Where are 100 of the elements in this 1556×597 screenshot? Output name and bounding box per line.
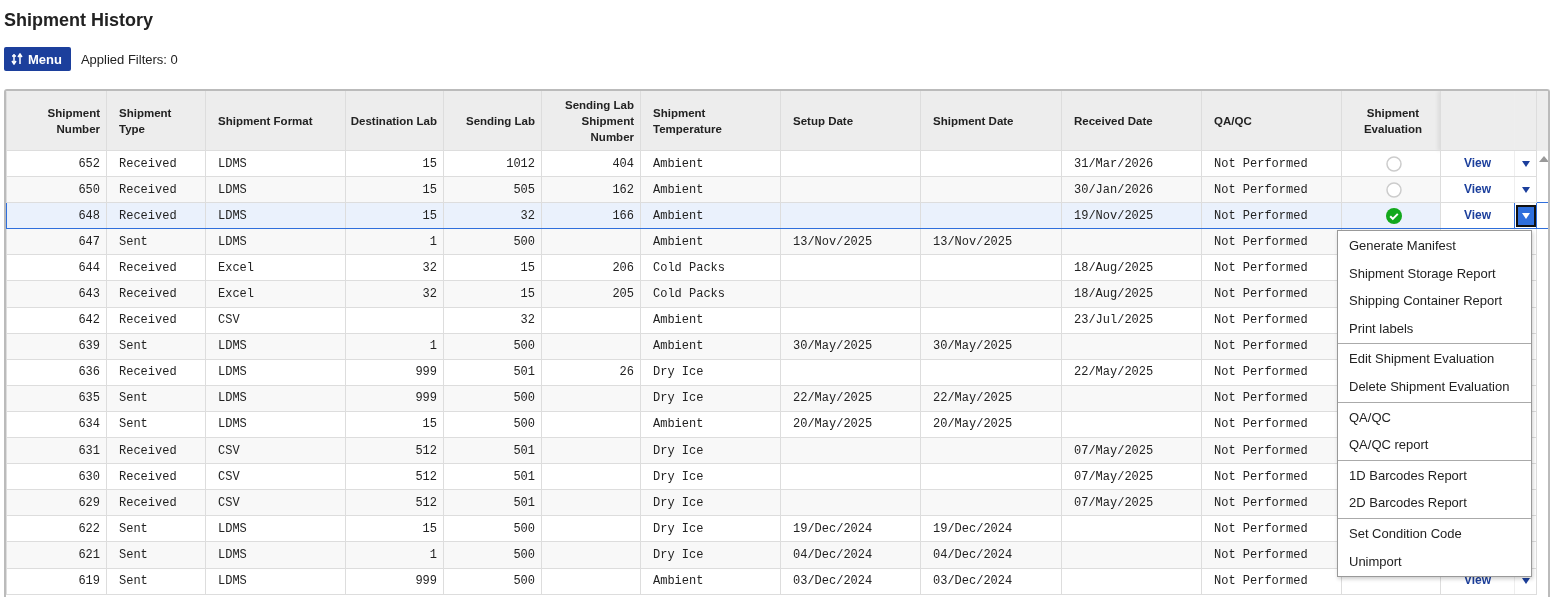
table-cell: Received: [106, 437, 206, 464]
table-cell: Not Performed: [1201, 202, 1342, 229]
column-header: Sending Lab: [443, 91, 542, 151]
table-cell: Received: [106, 463, 206, 490]
table-cell: 30/Jan/2026: [1061, 176, 1202, 203]
table-cell: Ambient: [640, 307, 781, 334]
table-cell: Ambient: [640, 202, 781, 229]
table-cell: 630: [6, 463, 107, 490]
table-cell: Sent: [106, 568, 206, 595]
table-cell: 26: [541, 359, 641, 386]
table-cell: Ambient: [640, 568, 781, 595]
table-cell: LDMS: [205, 150, 346, 177]
table-cell: 500: [443, 541, 542, 568]
table-cell: 631: [6, 437, 107, 464]
table-cell: Cold Packs: [640, 254, 781, 281]
table-cell: 500: [443, 385, 542, 412]
table-cell: Received: [106, 254, 206, 281]
table-cell: Sent: [106, 541, 206, 568]
table-cell: 1: [345, 333, 444, 360]
table-cell: 20/May/2025: [780, 411, 921, 438]
table-cell: Not Performed: [1201, 150, 1342, 177]
table-cell: CSV: [205, 463, 346, 490]
table-cell: 500: [443, 411, 542, 438]
table-cell: 500: [443, 568, 542, 595]
table-cell: Received: [106, 176, 206, 203]
column-header: Destination Lab: [345, 91, 444, 151]
table-cell: 642: [6, 307, 107, 334]
table-cell: Ambient: [640, 228, 781, 255]
table-cell: LDMS: [205, 359, 346, 386]
table-cell: 999: [345, 568, 444, 595]
table-cell: 512: [345, 463, 444, 490]
table-cell: 22/May/2025: [1061, 359, 1202, 386]
table-cell: Sent: [106, 515, 206, 542]
table-cell: 15: [443, 280, 542, 308]
table-cell: 643: [6, 280, 107, 308]
dropdown-button[interactable]: [1517, 206, 1534, 225]
table-cell: 07/May/2025: [1061, 489, 1202, 516]
table-cell: 501: [443, 359, 542, 386]
column-header: Sending Lab Shipment Number: [541, 91, 641, 151]
table-cell: 19/Dec/2024: [780, 515, 921, 542]
table-cell: 1012: [443, 150, 542, 177]
applied-filters-label: Applied Filters: 0: [80, 51, 178, 67]
table-cell: 15: [345, 202, 444, 229]
table-cell: 500: [443, 515, 542, 542]
table-cell: 500: [443, 333, 542, 360]
table-cell: 505: [443, 176, 542, 203]
table-cell: 07/May/2025: [1061, 437, 1202, 464]
table-cell: 622: [6, 515, 107, 542]
table-cell: LDMS: [205, 385, 346, 412]
column-header: Shipment Evaluation: [1341, 91, 1441, 151]
table-cell: 18/Aug/2025: [1061, 254, 1202, 281]
table-cell: 205: [541, 280, 641, 308]
table-cell: 647: [6, 228, 107, 255]
table-cell: 23/Jul/2025: [1061, 307, 1202, 334]
table-cell: 30/May/2025: [780, 333, 921, 360]
table-cell: 634: [6, 411, 107, 438]
table-cell: 13/Nov/2025: [920, 228, 1062, 255]
caret-icon: [1521, 212, 1530, 219]
table-cell: Excel: [205, 254, 346, 281]
table-cell: Sent: [106, 411, 206, 438]
menu-button[interactable]: Menu: [4, 47, 71, 71]
sort-icon: [11, 53, 23, 65]
table-cell: Sent: [106, 228, 206, 255]
table-cell: 512: [345, 489, 444, 516]
table-cell: 650: [6, 176, 107, 203]
table-cell: 501: [443, 437, 542, 464]
table-cell: 22/May/2025: [920, 385, 1062, 412]
column-header: Shipment Number: [6, 91, 107, 151]
table-cell: 07/May/2025: [1061, 463, 1202, 490]
table-cell: Received: [106, 359, 206, 386]
column-header: Setup Date: [780, 91, 921, 151]
table-cell: 18/Aug/2025: [1061, 280, 1202, 308]
scroll-up-icon[interactable]: [1539, 155, 1548, 162]
table-cell: Received: [106, 150, 206, 177]
table-cell: 166: [541, 202, 641, 229]
table-cell: CSV: [205, 307, 346, 334]
table-cell: Ambient: [640, 150, 781, 177]
table-cell: LDMS: [205, 411, 346, 438]
table-cell: 03/Dec/2024: [920, 568, 1062, 595]
table-cell: 629: [6, 489, 107, 516]
table-cell: 22/May/2025: [780, 385, 921, 412]
table-cell: Received: [106, 202, 206, 229]
table-cell: 19/Nov/2025: [1061, 202, 1202, 229]
table-cell: 512: [345, 437, 444, 464]
table-cell: 15: [345, 150, 444, 177]
table-cell: 32: [443, 202, 542, 229]
table-cell: 999: [345, 359, 444, 386]
table-cell: LDMS: [205, 541, 346, 568]
table-cell: Dry Ice: [640, 359, 781, 386]
table-cell: Dry Ice: [640, 515, 781, 542]
table-cell: Sent: [106, 385, 206, 412]
table-cell: Received: [106, 280, 206, 308]
table-cell: 03/Dec/2024: [780, 568, 921, 595]
table-cell: 501: [443, 489, 542, 516]
column-header: Shipment Date: [920, 91, 1062, 151]
table-cell: 32: [443, 307, 542, 334]
table-cell: LDMS: [205, 568, 346, 595]
column-header: Shipment Temperature: [640, 91, 781, 151]
table-cell: 15: [443, 254, 542, 281]
caret-icon: [1521, 186, 1530, 193]
